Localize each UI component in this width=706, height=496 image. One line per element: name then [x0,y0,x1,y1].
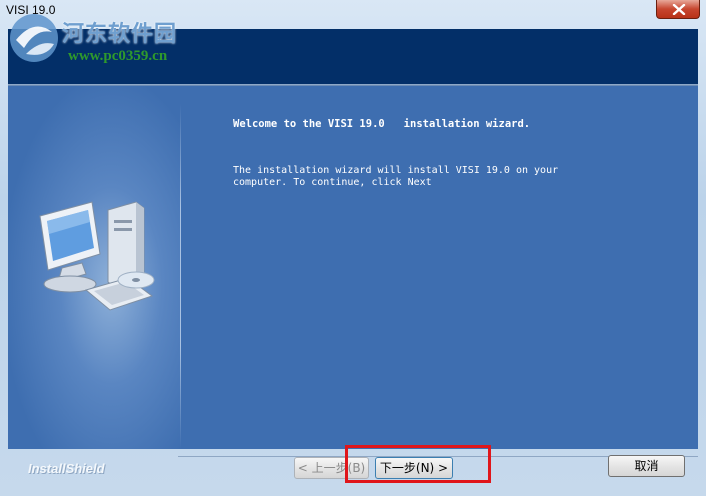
welcome-heading: Welcome to the VISI 19.0 installation wi… [233,118,531,130]
cancel-button[interactable]: 取消 [608,455,685,477]
welcome-panel [8,86,698,449]
installshield-logo: InstallShield [28,461,105,476]
close-button[interactable] [656,0,700,19]
panel-divider [180,104,181,449]
installer-window: VISI 19.0 Welcome to the VISI 19.0 insta… [0,0,706,496]
welcome-description: The installation wizard will install VIS… [233,165,559,188]
computer-icon [39,201,155,311]
side-graphic [8,86,180,449]
site-watermark: 河东软件园 www.pc0359.cn [6,10,226,70]
watermark-logo-icon [10,14,58,62]
watermark-site-name: 河东软件园 [62,21,178,47]
next-button-highlight [345,445,491,483]
watermark-url: www.pc0359.cn [68,48,168,64]
close-icon [672,4,686,15]
